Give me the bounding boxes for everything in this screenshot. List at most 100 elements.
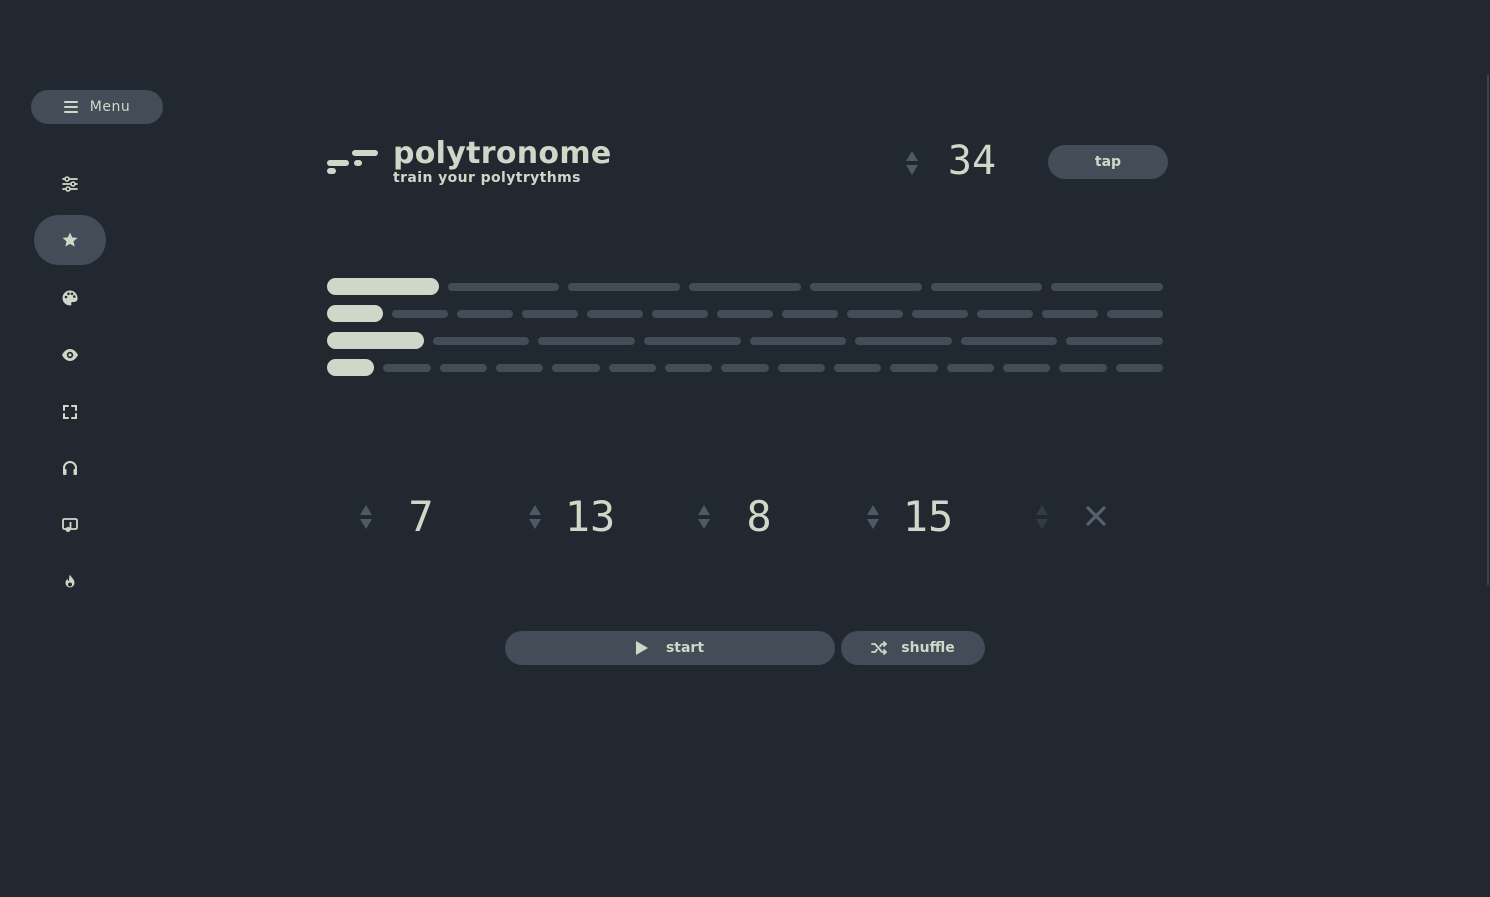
menu-label: Menu (89, 99, 131, 115)
beat (749, 336, 847, 345)
rhythm-1-spinner[interactable] (359, 500, 373, 534)
beat (1115, 363, 1163, 372)
nav-settings[interactable] (34, 159, 106, 209)
nav-favorites[interactable] (34, 215, 106, 265)
rhythm-2-up-icon[interactable] (529, 505, 541, 515)
tempo-up-icon[interactable] (906, 151, 918, 161)
beat (930, 282, 1043, 291)
tempo-down-icon[interactable] (906, 165, 918, 175)
palette-icon (62, 290, 78, 306)
sliders-icon (62, 176, 78, 192)
play-icon (635, 641, 648, 655)
close-icon[interactable] (1084, 504, 1108, 528)
nav-theme[interactable] (34, 273, 106, 323)
beat (643, 336, 741, 345)
beat (912, 309, 968, 318)
beat (664, 363, 713, 372)
beat (847, 309, 903, 318)
flame-icon (65, 574, 75, 588)
fullscreen-icon (63, 405, 77, 419)
nav-practice[interactable] (34, 557, 106, 607)
beat (447, 282, 560, 291)
tempo-spinner[interactable] (905, 146, 919, 180)
beat (495, 363, 544, 372)
rhythm-3-up-icon[interactable] (698, 505, 710, 515)
nav-fullscreen[interactable] (34, 387, 106, 437)
rhythm-4-up-icon[interactable] (867, 505, 879, 515)
beat (1107, 309, 1163, 318)
beat (383, 363, 431, 372)
beat (689, 282, 801, 291)
beat (1059, 363, 1107, 372)
beat (538, 336, 635, 345)
beat (457, 309, 513, 318)
app-subtitle: train your polytrythms (393, 170, 581, 186)
rhythm-3-spinner[interactable] (697, 500, 711, 534)
beat (777, 363, 825, 372)
add-rhythm-up-icon[interactable] (1036, 505, 1048, 515)
app-title: polytronome (393, 136, 612, 171)
menu-button[interactable]: Menu (31, 90, 163, 124)
beat (552, 363, 600, 372)
tap-button[interactable]: tap (1048, 145, 1168, 179)
shuffle-button[interactable]: shuffle (841, 631, 985, 665)
rhythm-lane (327, 359, 1163, 376)
beat (587, 309, 643, 318)
beat (890, 363, 938, 372)
beat (439, 363, 487, 372)
beat (1066, 336, 1163, 345)
beat (717, 309, 773, 318)
rhythm-3-value[interactable]: 8 (719, 492, 799, 541)
eye-icon (62, 349, 78, 361)
beat-accent (327, 278, 439, 295)
beat (392, 309, 448, 318)
hamburger-icon (63, 101, 78, 113)
rhythm-1-value[interactable]: 7 (381, 492, 461, 541)
beat (1002, 363, 1051, 372)
window-edge (1487, 75, 1489, 585)
rhythm-1-up-icon[interactable] (360, 505, 372, 515)
beat (1051, 282, 1164, 291)
beat (960, 336, 1058, 345)
logo-icon (327, 150, 378, 174)
rhythm-lane (327, 278, 1164, 295)
rhythm-2-down-icon[interactable] (529, 519, 541, 529)
nav-sounds[interactable] (34, 500, 106, 550)
app-root: Menu polytronome train your polytrythms … (0, 0, 1490, 897)
star-icon (62, 232, 78, 247)
beat-accent (327, 332, 424, 349)
beat (522, 309, 578, 318)
music-note-icon (62, 518, 78, 532)
rhythm-4-spinner[interactable] (866, 500, 880, 534)
beat (608, 363, 656, 372)
rhythm-2-value[interactable]: 13 (550, 492, 630, 541)
nav-visibility[interactable] (34, 330, 106, 380)
beat (432, 336, 530, 345)
beat (833, 363, 882, 372)
shuffle-label: shuffle (901, 640, 955, 656)
beat (809, 282, 922, 291)
beat (782, 309, 838, 318)
rhythm-lane (327, 332, 1163, 349)
rhythm-1-down-icon[interactable] (360, 519, 372, 529)
beat (977, 309, 1033, 318)
rhythm-4-down-icon[interactable] (867, 519, 879, 529)
start-button[interactable]: start (505, 631, 835, 665)
beat (1042, 309, 1098, 318)
rhythm-3-down-icon[interactable] (698, 519, 710, 529)
tempo-value[interactable]: 34 (930, 138, 1014, 184)
add-rhythm-down-icon[interactable] (1036, 519, 1048, 529)
beat (855, 336, 952, 345)
beat (652, 309, 708, 318)
rhythm-2-spinner[interactable] (528, 500, 542, 534)
beat (721, 363, 769, 372)
nav-audio[interactable] (34, 443, 106, 493)
beat-accent (327, 359, 375, 376)
add-rhythm-spinner[interactable] (1035, 500, 1049, 534)
shuffle-icon (871, 641, 888, 655)
beat (946, 363, 994, 372)
rhythm-4-value[interactable]: 15 (888, 492, 968, 541)
beat-accent (327, 305, 383, 322)
start-label: start (665, 640, 705, 656)
beat (568, 282, 681, 291)
